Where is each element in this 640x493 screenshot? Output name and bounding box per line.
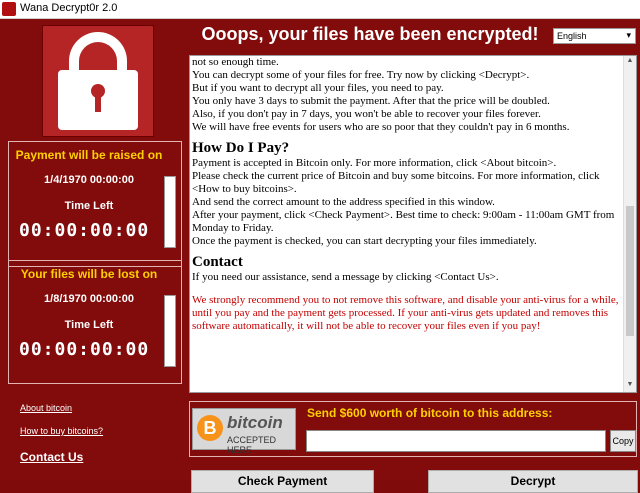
message-line: We will have free events for users who a…: [192, 121, 570, 133]
time-left-label: Time Left: [64, 200, 114, 212]
title-bar: Wana Decrypt0r 2.0: [0, 0, 640, 19]
message-line: You can decrypt some of your files for f…: [192, 69, 530, 81]
message-line: After your payment, click <Check Payment…: [192, 209, 615, 234]
files-lost-heading: Your files will be lost on: [20, 267, 158, 281]
payment-raised-panel: Payment will be raised on 1/4/1970 00:00…: [8, 141, 182, 267]
time-progress-bar: [164, 176, 176, 248]
keyhole-slot: [95, 94, 101, 112]
message-line: But if you want to decrypt all your file…: [192, 82, 444, 94]
message-line: If you need our assistance, send a messa…: [192, 271, 499, 283]
window-title: Wana Decrypt0r 2.0: [20, 2, 118, 14]
files-lost-panel: Your files will be lost on 1/8/1970 00:0…: [8, 260, 182, 384]
message-line: Please check the current price of Bitcoi…: [192, 170, 600, 195]
contact-heading: Contact: [192, 254, 243, 270]
copy-button[interactable]: Copy: [610, 430, 636, 452]
chevron-down-icon: ▾: [626, 30, 631, 40]
message-line: Payment is accepted in Bitcoin only. For…: [192, 157, 557, 169]
bitcoin-logo: B bitcoin ACCEPTED HERE: [192, 408, 296, 455]
scroll-up-icon[interactable]: ▲: [624, 57, 636, 67]
bitcoin-address-field[interactable]: [306, 430, 606, 452]
message-line: And send the correct amount to the addre…: [192, 196, 495, 208]
language-value: English: [557, 31, 587, 41]
how-to-pay-heading: How Do I Pay?: [192, 140, 290, 156]
lock-icon: [42, 25, 154, 137]
bitcoin-logo-word: bitcoin: [227, 413, 283, 432]
time-progress-bar: [164, 295, 176, 367]
headline: Ooops, your files have been encrypted!: [201, 24, 539, 44]
message-panel[interactable]: not so enough time. You can decrypt some…: [189, 55, 637, 393]
message-line: Also, if you don't pay in 7 days, you wo…: [192, 108, 541, 120]
files-lost-date: 1/8/1970 00:00:00: [44, 293, 134, 305]
how-to-buy-link[interactable]: How to buy bitcoins?: [20, 426, 103, 436]
time-left-label: Time Left: [64, 319, 114, 331]
warning-text: We strongly recommend you to not remove …: [192, 294, 619, 332]
decrypt-button[interactable]: Decrypt: [428, 470, 638, 493]
send-amount-label: Send $600 worth of bitcoin to this addre…: [307, 406, 553, 420]
message-line: You only have 3 days to submit the payme…: [192, 95, 550, 107]
app-icon: [2, 2, 16, 16]
message-content: not so enough time. You can decrypt some…: [192, 56, 620, 333]
bitcoin-icon: B: [197, 415, 223, 441]
main-window: Payment will be raised on 1/4/1970 00:00…: [0, 19, 640, 493]
contact-us-link[interactable]: Contact Us: [20, 450, 83, 464]
scrollbar-thumb[interactable]: [626, 206, 634, 336]
payment-raised-date: 1/4/1970 00:00:00: [44, 174, 134, 186]
countdown-display: 00:00:00:00: [19, 339, 150, 360]
message-line: Once the payment is checked, you can sta…: [192, 235, 537, 247]
message-line: not so enough time.: [192, 56, 279, 68]
payment-raised-heading: Payment will be raised on: [15, 148, 163, 162]
check-payment-button[interactable]: Check Payment: [191, 470, 374, 493]
scroll-down-icon[interactable]: ▼: [624, 381, 636, 391]
bitcoin-payment-box: B bitcoin ACCEPTED HERE Send $600 worth …: [189, 401, 637, 457]
language-select[interactable]: English ▾: [553, 28, 636, 44]
bitcoin-accepted-label: ACCEPTED HERE: [227, 435, 277, 455]
vertical-scrollbar[interactable]: ▲ ▼: [623, 56, 636, 392]
lock-body: [58, 70, 138, 130]
about-bitcoin-link[interactable]: About bitcoin: [20, 403, 72, 413]
countdown-display: 00:00:00:00: [19, 220, 150, 241]
